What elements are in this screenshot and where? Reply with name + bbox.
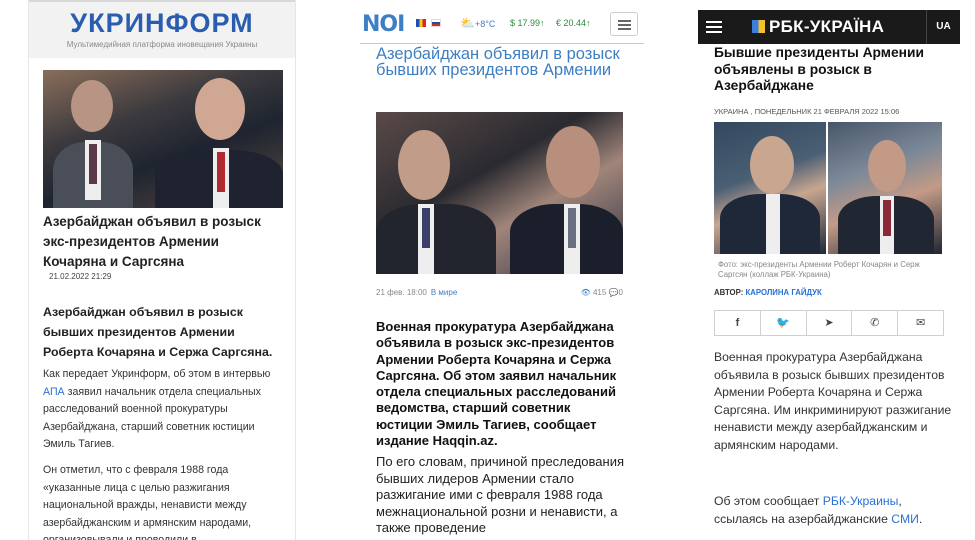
article-lead: Азербайджан объявил в розыск бывших през…	[43, 305, 273, 359]
noi-article-panel: NOI ⛅+8°C $ 17.99↑ € 20.44↑ Азербайджан …	[360, 0, 644, 540]
rbc-header: РБК-УКРАЇНА UA	[698, 10, 960, 44]
russia-flag-icon[interactable]	[431, 19, 441, 27]
facebook-icon[interactable]: f	[715, 311, 761, 335]
moldova-flag-icon[interactable]	[416, 19, 426, 27]
menu-button[interactable]	[610, 12, 638, 36]
rbc-article-panel: РБК-УКРАЇНА UA Бывшие президенты Армении…	[698, 0, 960, 540]
paragraph-text: Об этом сообщает	[714, 494, 823, 508]
comment-icon[interactable]: 💬	[609, 288, 619, 297]
article-photo-right	[828, 122, 942, 254]
paragraph-text: .	[918, 511, 923, 526]
usd-value: $ 17.99	[510, 18, 541, 28]
article-paragraph: Как передает Укринформ, об этом в интерв…	[43, 366, 287, 454]
language-switch[interactable]: UA	[926, 10, 960, 44]
media-source-link[interactable]: СМИ	[891, 512, 919, 526]
eye-icon: 👁	[580, 288, 591, 297]
article-stats: 👁 415 💬0	[581, 288, 623, 297]
noi-logo[interactable]: NOI	[362, 12, 405, 37]
article-title[interactable]: Азербайджан объявил в розыск экс-президе…	[43, 212, 283, 272]
share-bar: f 🐦 ➤ ✆ ✉	[714, 310, 944, 336]
article-paragraph: Военная прокуратура Азербайджана объявил…	[714, 350, 952, 452]
article-photo	[376, 112, 623, 274]
email-icon[interactable]: ✉	[898, 311, 943, 335]
article-photo-left	[714, 122, 826, 254]
article-paragraph: По его словам, причиной преследования бы…	[376, 454, 624, 535]
photo-caption: Фото: экс-президенты Армении Роберт Коча…	[718, 260, 920, 279]
article-dateline: УКРАИНА , ПОНЕДЕЛЬНИК 21 ФЕВРАЛЯ 2022 15…	[714, 107, 900, 116]
arrow-up-icon: ↑	[540, 18, 545, 28]
article-paragraph: Он отметил, что с февраля 1988 года «ука…	[43, 464, 252, 540]
telegram-icon[interactable]: ➤	[807, 311, 853, 335]
rbc-logo-mark-icon	[752, 20, 765, 33]
paragraph-text: заявил начальник отдела специальных расс…	[43, 385, 261, 451]
ukrinform-tagline: Мультимедийная платформа иновещания Укра…	[66, 40, 258, 49]
twitter-icon[interactable]: 🐦	[761, 311, 807, 335]
temperature: +8°C	[474, 19, 496, 29]
article-paragraph: Об этом сообщает РБК-Украины, ссылаясь н…	[714, 493, 954, 528]
article-photo	[43, 70, 283, 208]
article-title[interactable]: Азербайджан объявил в розыск бывших през…	[376, 46, 626, 79]
article-author: АВТОР: КАРОЛИНА ГАЙДУК	[714, 288, 822, 297]
rbc-logo[interactable]: РБК-УКРАЇНА	[752, 17, 884, 37]
category-link[interactable]: В мире	[431, 288, 457, 297]
viber-icon[interactable]: ✆	[852, 311, 899, 335]
article-lead: Военная прокуратура Азербайджана объявил…	[376, 319, 617, 449]
ukrinform-logo[interactable]: УКРИНФОРМ	[29, 8, 295, 39]
eur-rate: € 20.44↑	[556, 18, 591, 28]
apa-link[interactable]: АПА	[43, 386, 65, 398]
weather-widget: ⛅+8°C	[460, 16, 495, 30]
comments-count[interactable]: 0	[619, 288, 623, 297]
eur-value: € 20.44	[556, 18, 587, 28]
ukrinform-article-panel: УКРИНФОРМ Мультимедийная платформа инове…	[28, 0, 296, 540]
author-label: АВТОР:	[714, 288, 746, 297]
arrow-up-icon: ↑	[586, 18, 591, 28]
ukrinform-header: УКРИНФОРМ Мультимедийная платформа инове…	[29, 0, 295, 58]
cloud-sun-icon: ⛅	[460, 16, 475, 30]
rbc-source-link[interactable]: РБК-Украины	[823, 494, 899, 508]
rbc-logo-text: РБК-УКРАЇНА	[769, 17, 885, 36]
paragraph-text: Как передает Укринформ, об этом в интерв…	[43, 368, 271, 380]
author-link[interactable]: КАРОЛИНА ГАЙДУК	[745, 288, 821, 297]
article-title[interactable]: Бывшие президенты Армении объявлены в ро…	[714, 45, 954, 95]
noi-header: NOI ⛅+8°C $ 17.99↑ € 20.44↑	[360, 10, 644, 44]
views-count: 415	[592, 288, 607, 297]
usd-rate: $ 17.99↑	[510, 18, 545, 28]
article-date: 21 фев. 18:00	[376, 288, 427, 297]
article-date: 21.02.2022 21:29	[49, 272, 112, 281]
article-meta: 21 фев. 18:00 В мире 👁 415 💬0	[376, 288, 623, 297]
